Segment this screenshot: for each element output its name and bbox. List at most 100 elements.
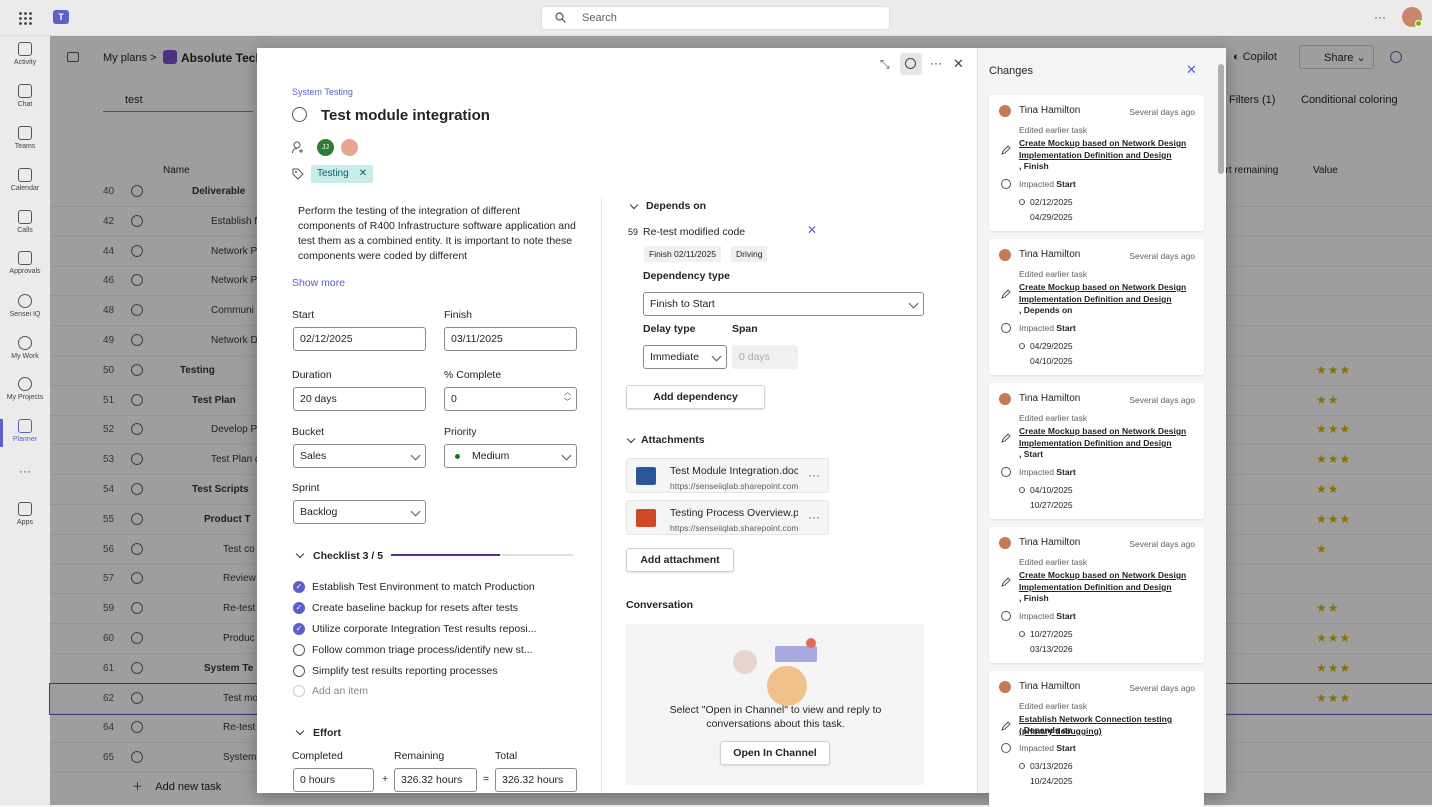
row-name[interactable]: Develop P — [211, 424, 257, 435]
rail-item-approvals[interactable]: Approvals — [0, 251, 50, 275]
remove-dependency-icon[interactable]: ✕ — [807, 223, 817, 237]
add-dependency-button[interactable]: Add dependency — [626, 385, 765, 409]
rail-item-[interactable]: ··· — [0, 464, 50, 481]
remove-label-icon[interactable]: ✕ — [359, 168, 367, 179]
row-name[interactable]: Review — [223, 573, 256, 584]
breadcrumb[interactable]: My plans > — [103, 52, 157, 64]
complete-toggle[interactable] — [131, 334, 143, 346]
attachment-item[interactable]: Test Module Integration.docx https://sens… — [626, 458, 829, 493]
sprint-dropdown[interactable]: Backlog — [293, 500, 426, 524]
col-header-effort[interactable]: ort remaining — [1220, 165, 1278, 176]
complete-toggle[interactable] — [131, 244, 143, 257]
duration-field[interactable]: 20 days — [293, 387, 426, 411]
attachments-collapse-icon[interactable] — [626, 434, 636, 444]
collapse-dialog-icon[interactable]: ⤡ — [880, 57, 890, 72]
task-title[interactable]: Test module integration — [321, 107, 490, 124]
row-name[interactable]: Testing — [180, 365, 215, 376]
checklist-item[interactable]: ✓ Create baseline backup for resets after… — [293, 601, 593, 619]
share-button[interactable]: Share ⌄ — [1299, 45, 1374, 69]
complete-toggle[interactable] — [131, 483, 143, 495]
open-in-channel-button[interactable]: Open In Channel — [720, 741, 830, 765]
filters-button[interactable]: Filters (1) — [1229, 94, 1275, 106]
row-name[interactable]: Test mo — [223, 693, 258, 704]
complete-toggle[interactable] — [131, 602, 143, 615]
col-header-value[interactable]: Value — [1313, 165, 1338, 176]
change-task-link[interactable]: Create Mockup based on Network Design Im… — [1019, 137, 1197, 161]
complete-toggle[interactable] — [131, 304, 143, 317]
attachment-more-icon[interactable]: ··· — [808, 510, 820, 524]
row-name[interactable]: Network P — [211, 246, 257, 257]
dependency-type-dropdown[interactable]: Finish to Start — [643, 292, 924, 316]
complete-toggle[interactable] — [131, 542, 143, 555]
assignee-avatar-2[interactable] — [341, 139, 358, 156]
label-tag-icon[interactable] — [292, 168, 304, 180]
percent-complete-field[interactable]: 0 ︿ ﹀ — [444, 387, 577, 411]
checked-circle-icon[interactable]: ✓ — [293, 602, 305, 614]
completed-effort-field[interactable]: 0 hours — [293, 768, 374, 792]
row-name[interactable]: Product T — [204, 514, 251, 525]
history-icon[interactable] — [900, 53, 922, 75]
copilot-button[interactable]: ◐ Copilot — [1233, 51, 1277, 63]
row-name[interactable]: Test co — [223, 544, 255, 555]
checklist-item[interactable]: Simplify test results reporting processe… — [293, 664, 593, 682]
assign-person-icon[interactable] — [292, 141, 305, 154]
checklist-item[interactable]: ✓ Utilize corporate Integration Test resu… — [293, 622, 593, 640]
complete-toggle[interactable] — [131, 214, 143, 227]
row-name[interactable]: Produc — [223, 633, 255, 644]
show-more-link[interactable]: Show more — [292, 277, 345, 289]
add-checklist-item[interactable]: Add an item — [293, 684, 593, 702]
rail-item-my-projects[interactable]: My Projects — [0, 377, 50, 401]
row-name[interactable]: Network D — [211, 335, 258, 346]
unchecked-circle-icon[interactable] — [293, 665, 305, 677]
row-name[interactable]: Re-test — [223, 603, 255, 614]
complete-task-toggle[interactable] — [292, 107, 307, 122]
help-icon[interactable] — [1390, 51, 1402, 63]
change-task-link[interactable]: Create Mockup based on Network Design Im… — [1019, 281, 1197, 305]
change-task-link[interactable]: Create Mockup based on Network Design Im… — [1019, 425, 1197, 449]
change-task-link[interactable]: Create Mockup based on Network Design Im… — [1019, 569, 1197, 593]
checklist-collapse-icon[interactable] — [295, 549, 305, 559]
rail-item-planner[interactable]: Planner — [0, 419, 50, 447]
more-actions-icon[interactable]: ··· — [930, 56, 942, 70]
more-options-icon[interactable]: ··· — [1374, 10, 1386, 24]
search-input[interactable]: Search — [541, 6, 890, 30]
bucket-path-link[interactable]: System Testing — [292, 87, 353, 97]
checked-circle-icon[interactable]: ✓ — [293, 623, 305, 635]
breadcrumb-root[interactable]: My plans — [103, 52, 147, 64]
finish-date-field[interactable]: 03/11/2025 — [444, 327, 577, 351]
app-launcher-icon[interactable] — [18, 11, 32, 25]
col-header-name[interactable]: Name — [163, 165, 190, 176]
rail-item-calls[interactable]: Calls — [0, 210, 50, 234]
rail-item-apps[interactable]: Apps — [0, 502, 50, 526]
row-name[interactable]: Test Plan c — [211, 454, 260, 465]
complete-toggle[interactable] — [131, 572, 143, 585]
rail-item-sensei-iq[interactable]: Sensei IQ — [0, 294, 50, 318]
rail-item-chat[interactable]: Chat — [0, 84, 50, 108]
row-name[interactable]: Test Plan — [192, 395, 236, 406]
row-name[interactable]: Establish N — [211, 216, 262, 227]
rail-item-activity[interactable]: Activity — [0, 42, 50, 66]
add-task-button[interactable]: ＋ Add new task — [132, 778, 221, 794]
effort-collapse-icon[interactable] — [295, 726, 305, 736]
remaining-effort-field[interactable]: 326.32 hours — [394, 768, 477, 792]
depends-collapse-icon[interactable] — [629, 200, 639, 210]
attachment-more-icon[interactable]: ··· — [808, 468, 820, 482]
complete-toggle[interactable] — [131, 691, 143, 704]
bucket-dropdown[interactable]: Sales — [293, 444, 426, 468]
complete-toggle[interactable] — [131, 393, 143, 406]
complete-toggle[interactable] — [131, 453, 143, 466]
assignee-avatar[interactable]: JJ — [317, 139, 334, 156]
checked-circle-icon[interactable]: ✓ — [293, 581, 305, 593]
dependency-name[interactable]: Re-test modified code — [643, 226, 745, 238]
sidebar-toggle-icon[interactable] — [67, 52, 79, 62]
complete-toggle[interactable] — [131, 185, 143, 197]
complete-toggle[interactable] — [131, 512, 143, 525]
complete-toggle[interactable] — [131, 274, 143, 287]
attachment-item[interactable]: Testing Process Overview.pptx https://sen… — [626, 500, 829, 535]
grid-search-input[interactable]: test — [103, 88, 253, 112]
rail-item-calendar[interactable]: Calendar — [0, 168, 50, 192]
label-chip[interactable]: Testing ✕ — [311, 165, 374, 183]
complete-toggle[interactable] — [131, 661, 143, 674]
row-name[interactable]: Deliverable — [192, 186, 245, 197]
checklist-item[interactable]: Follow common triage process/identify ne… — [293, 643, 593, 661]
